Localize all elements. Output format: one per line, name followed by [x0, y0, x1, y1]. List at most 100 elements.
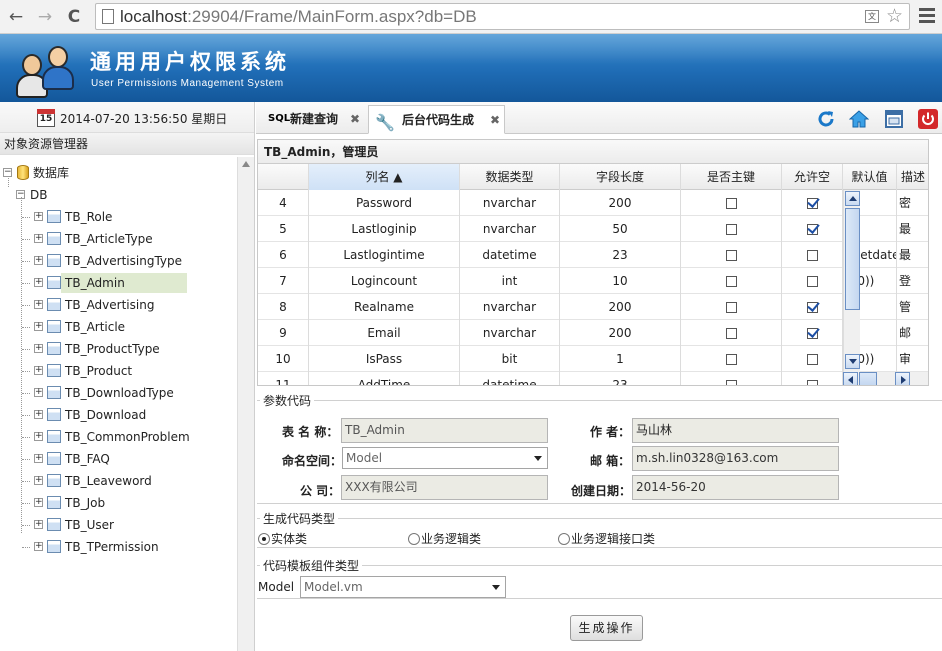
column-header[interactable]: 是否主键	[681, 164, 782, 190]
expand-icon[interactable]: +	[34, 234, 43, 243]
forward-button[interactable]: →	[34, 6, 56, 28]
table-row[interactable]: 5 Lastloginip nvarchar 50 最	[258, 216, 928, 242]
table-row[interactable]: 10 IsPass bit 1 ((0)) 审	[258, 346, 928, 372]
expand-icon[interactable]: +	[34, 454, 43, 463]
home-icon[interactable]	[848, 109, 870, 129]
table-row[interactable]: 4 Password nvarchar 200 密	[258, 190, 928, 216]
checkbox[interactable]	[725, 354, 737, 365]
checkbox[interactable]	[725, 224, 737, 235]
expand-icon[interactable]: +	[34, 520, 43, 529]
column-header[interactable]: 数据类型	[460, 164, 560, 190]
checkbox[interactable]	[725, 198, 737, 209]
menu-icon[interactable]	[919, 8, 935, 24]
cell-no: 8	[258, 294, 309, 320]
back-button[interactable]: ←	[5, 6, 27, 28]
checkbox[interactable]	[806, 250, 818, 261]
generate-button[interactable]: 生成操作	[570, 615, 643, 641]
column-header[interactable]: 默认值	[843, 164, 897, 190]
nullable-checkbox[interactable]	[782, 216, 843, 242]
tab-new-query[interactable]: SQL 新建查询 ✖	[260, 105, 366, 134]
table-row[interactable]: 7 Logincount int 10 ((0)) 登	[258, 268, 928, 294]
tab-code-generate[interactable]: 🔧 后台代码生成 ✖	[368, 105, 505, 134]
primary-key-checkbox[interactable]	[681, 372, 782, 385]
expand-icon[interactable]: +	[34, 322, 43, 331]
primary-key-checkbox[interactable]	[681, 346, 782, 372]
expand-icon[interactable]: +	[34, 410, 43, 419]
email-field[interactable]: m.sh.lin0328@163.com	[632, 446, 839, 471]
checkbox[interactable]	[806, 276, 818, 287]
radio-button[interactable]	[258, 533, 270, 545]
nullable-checkbox[interactable]	[782, 294, 843, 320]
expand-icon[interactable]: +	[34, 476, 43, 485]
column-header[interactable]	[258, 164, 309, 190]
table-name-field[interactable]: TB_Admin	[341, 418, 548, 443]
close-icon[interactable]: ✖	[490, 106, 500, 134]
expand-icon[interactable]: +	[34, 278, 43, 287]
checkbox[interactable]	[725, 380, 737, 385]
table-row[interactable]: 8 Realname nvarchar 200 管	[258, 294, 928, 320]
expand-icon[interactable]: +	[34, 344, 43, 353]
column-header[interactable]: 允许空	[782, 164, 843, 190]
scroll-right-button[interactable]	[895, 372, 910, 385]
expand-icon[interactable]: +	[34, 388, 43, 397]
nullable-checkbox[interactable]	[782, 372, 843, 385]
checkbox[interactable]	[725, 276, 737, 287]
table-row[interactable]: 6 Lastlogintime datetime 23 (getdate 最	[258, 242, 928, 268]
checkbox[interactable]	[806, 328, 818, 339]
column-header[interactable]: 列名 ▲	[309, 164, 460, 190]
reload-button[interactable]: C	[63, 6, 85, 28]
primary-key-checkbox[interactable]	[681, 294, 782, 320]
power-icon[interactable]	[918, 109, 938, 129]
checkbox[interactable]	[806, 198, 818, 209]
column-header[interactable]: 描述	[897, 164, 928, 190]
scroll-down-button[interactable]	[845, 354, 860, 369]
nullable-checkbox[interactable]	[782, 346, 843, 372]
primary-key-checkbox[interactable]	[681, 268, 782, 294]
expand-icon[interactable]: +	[34, 256, 43, 265]
checkbox[interactable]	[806, 354, 818, 365]
expand-icon[interactable]: +	[34, 432, 43, 441]
nullable-checkbox[interactable]	[782, 242, 843, 268]
primary-key-checkbox[interactable]	[681, 320, 782, 346]
primary-key-checkbox[interactable]	[681, 190, 782, 216]
nullable-checkbox[interactable]	[782, 190, 843, 216]
checkbox[interactable]	[725, 250, 737, 261]
checkbox[interactable]	[806, 380, 818, 385]
nullable-checkbox[interactable]	[782, 320, 843, 346]
create-date-field[interactable]: 2014-56-20	[632, 475, 839, 500]
expand-icon[interactable]: +	[34, 300, 43, 309]
column-header[interactable]: 字段长度	[560, 164, 681, 190]
scroll-left-button[interactable]	[843, 372, 858, 385]
bookmark-star-icon[interactable]: ☆	[886, 5, 903, 27]
table-row[interactable]: 11 AddTime datetime 23	[258, 372, 928, 385]
scroll-up-button[interactable]	[845, 191, 860, 206]
author-field[interactable]: 马山林	[632, 418, 839, 443]
translate-icon[interactable]: 文	[865, 10, 879, 23]
company-field[interactable]: XXX有限公司	[341, 475, 548, 500]
checkbox[interactable]	[725, 302, 737, 313]
window-icon[interactable]	[884, 109, 904, 129]
expand-icon[interactable]: +	[34, 498, 43, 507]
nullable-checkbox[interactable]	[782, 268, 843, 294]
primary-key-checkbox[interactable]	[681, 216, 782, 242]
radio-button[interactable]	[558, 533, 570, 545]
expand-icon[interactable]: +	[34, 542, 43, 551]
grid-horizontal-scrollbar[interactable]	[843, 372, 928, 385]
primary-key-checkbox[interactable]	[681, 242, 782, 268]
checkbox[interactable]	[806, 302, 818, 313]
close-icon[interactable]: ✖	[350, 105, 360, 133]
tree-scrollbar[interactable]	[237, 157, 254, 651]
namespace-select[interactable]: Model	[342, 447, 548, 469]
expand-icon[interactable]: +	[34, 212, 43, 221]
address-bar[interactable]: localhost:29904/Frame/MainForm.aspx?db=D…	[95, 3, 910, 30]
hscroll-thumb[interactable]	[859, 372, 877, 385]
scroll-thumb[interactable]	[845, 208, 860, 310]
template-select[interactable]: Model.vm	[300, 576, 506, 598]
checkbox[interactable]	[725, 328, 737, 339]
expand-icon[interactable]: +	[34, 366, 43, 375]
grid-vertical-scrollbar[interactable]	[843, 190, 860, 372]
refresh-icon[interactable]	[816, 109, 836, 129]
radio-button[interactable]	[408, 533, 420, 545]
table-row[interactable]: 9 Email nvarchar 200 邮	[258, 320, 928, 346]
checkbox[interactable]	[806, 224, 818, 235]
